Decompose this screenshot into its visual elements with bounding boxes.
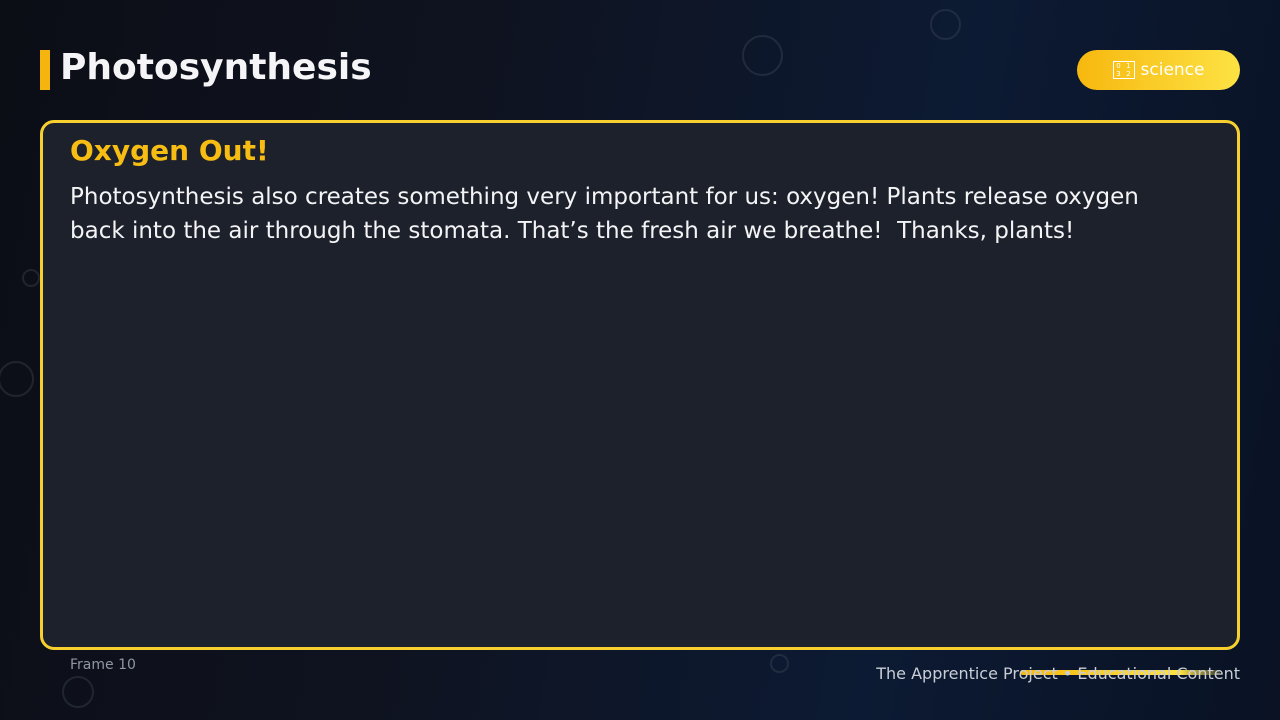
background-bubble <box>770 654 789 673</box>
card-body-text: Photosynthesis also creates something ve… <box>70 184 1147 244</box>
input-numbers-icon: 0132 <box>1112 61 1135 79</box>
background-bubble <box>62 676 94 708</box>
footer-credit: The Apprentice Project • Educational Con… <box>876 664 1240 683</box>
subject-badge: 0132 science <box>1077 50 1240 90</box>
background-bubble <box>742 35 783 76</box>
content-card: Oxygen Out! Photosynthesis also creates … <box>40 120 1240 650</box>
background-bubble <box>22 269 40 287</box>
frame-label: Frame 10 <box>70 657 136 673</box>
card-heading: Oxygen Out! <box>70 134 269 167</box>
subject-badge-label: science <box>1140 60 1205 80</box>
title-accent-bar <box>40 50 50 90</box>
background-bubble <box>930 9 961 40</box>
background-bubble <box>0 361 34 397</box>
page-title: Photosynthesis <box>60 47 372 88</box>
